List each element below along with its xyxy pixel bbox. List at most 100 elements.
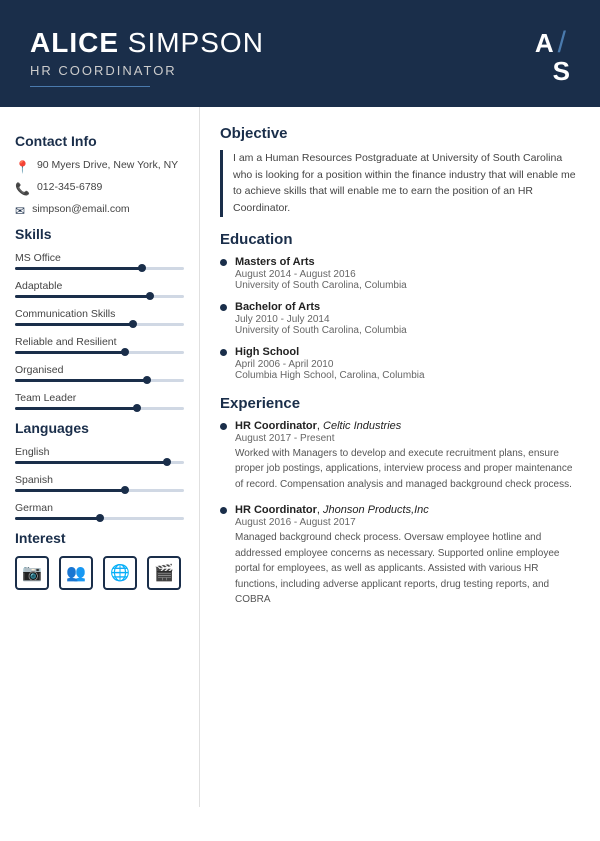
skills-list: MS Office Adaptable Communication Skills… [15,252,184,410]
skill-dot [146,292,154,300]
experience-title-row: HR Coordinator, Jhonson Products,Inc [235,504,580,516]
experience-company: Jhonson Products,Inc [323,504,429,516]
phone-icon: 📞 [15,182,30,196]
experience-description: Worked with Managers to develop and exec… [235,446,580,493]
header-divider [30,86,150,87]
sidebar: Contact Info 📍 90 Myers Drive, New York,… [0,107,200,807]
skill-item: Organised [15,364,184,382]
language-item: English [15,446,184,464]
skill-item: Communication Skills [15,308,184,326]
language-dot [163,458,171,466]
language-bar-fill [15,517,100,520]
skill-label: Team Leader [15,392,184,404]
experience-item: HR Coordinator, Jhonson Products,Inc Aug… [220,504,580,608]
skill-dot [121,348,129,356]
language-item: German [15,502,184,520]
skill-bar-bg [15,351,184,354]
header-monogram: A/ S [535,28,570,84]
experience-content: HR Coordinator, Jhonson Products,Inc Aug… [235,504,580,608]
monogram-first: A [535,28,554,58]
first-name: ALICE [30,27,119,58]
language-item: Spanish [15,474,184,492]
skill-dot [143,376,151,384]
skill-label: Organised [15,364,184,376]
address-text: 90 Myers Drive, New York, NY [37,159,178,171]
objective-text: I am a Human Resources Postgraduate at U… [220,150,580,217]
skill-bar-fill [15,295,150,298]
email-icon: ✉ [15,204,25,218]
education-content: High School April 2006 - April 2010 Colu… [235,346,425,381]
experience-content: HR Coordinator, Celtic Industries August… [235,420,580,493]
skill-bar-fill [15,351,125,354]
phone-text: 012-345-6789 [37,181,102,193]
skill-bar-bg [15,407,184,410]
skill-bar-fill [15,323,133,326]
skill-item: Reliable and Resilient [15,336,184,354]
bullet-icon [220,304,227,311]
education-list: Masters of Arts August 2014 - August 201… [220,256,580,381]
education-degree: Masters of Arts [235,256,407,268]
skill-item: Adaptable [15,280,184,298]
skill-bar-bg [15,295,184,298]
experience-title-row: HR Coordinator, Celtic Industries [235,420,580,432]
education-item: Bachelor of Arts July 2010 - July 2014 U… [220,301,580,336]
experience-date: August 2016 - August 2017 [235,517,580,528]
monogram-second: S [553,56,570,86]
skill-dot [138,264,146,272]
main-content: Objective I am a Human Resources Postgra… [200,107,600,807]
language-dot [121,486,129,494]
education-section-title: Education [220,231,580,248]
skill-bar-bg [15,323,184,326]
languages-list: English Spanish German [15,446,184,520]
language-bar-bg [15,489,184,492]
skill-bar-fill [15,379,147,382]
education-institution: University of South Carolina, Columbia [235,280,407,291]
skill-item: MS Office [15,252,184,270]
contact-address: 📍 90 Myers Drive, New York, NY [15,159,184,174]
resume-body: Contact Info 📍 90 Myers Drive, New York,… [0,107,600,807]
skills-section-title: Skills [15,226,184,242]
experience-list: HR Coordinator, Celtic Industries August… [220,420,580,608]
skill-item: Team Leader [15,392,184,410]
language-dot [96,514,104,522]
location-icon: 📍 [15,160,30,174]
languages-section-title: Languages [15,420,184,436]
last-name: SIMPSON [128,27,264,58]
experience-role: HR Coordinator [235,420,317,432]
education-degree: Bachelor of Arts [235,301,407,313]
contact-section-title: Contact Info [15,133,184,149]
education-institution: Columbia High School, Carolina, Columbia [235,370,425,381]
experience-description: Managed background check process. Oversa… [235,530,580,608]
skill-label: Communication Skills [15,308,184,320]
skill-bar-bg [15,379,184,382]
education-content: Masters of Arts August 2014 - August 201… [235,256,407,291]
language-label: Spanish [15,474,184,486]
skill-label: Adaptable [15,280,184,292]
experience-company: Celtic Industries [323,420,401,432]
education-item: High School April 2006 - April 2010 Colu… [220,346,580,381]
interests-list: 📷👥🌐🎬 [15,556,184,590]
language-label: English [15,446,184,458]
bullet-icon [220,423,227,430]
education-date: July 2010 - July 2014 [235,314,407,325]
bullet-icon [220,259,227,266]
bullet-icon [220,349,227,356]
email-text: simpson@email.com [32,203,130,215]
skill-label: MS Office [15,252,184,264]
education-degree: High School [235,346,425,358]
language-bar-fill [15,489,125,492]
slash: / [558,26,566,59]
language-bar-fill [15,461,167,464]
skill-bar-bg [15,267,184,270]
education-content: Bachelor of Arts July 2010 - July 2014 U… [235,301,407,336]
skill-dot [129,320,137,328]
experience-section-title: Experience [220,395,580,412]
interest-icon: 🌐 [103,556,137,590]
interest-icon: 👥 [59,556,93,590]
education-date: August 2014 - August 2016 [235,269,407,280]
education-item: Masters of Arts August 2014 - August 201… [220,256,580,291]
education-date: April 2006 - April 2010 [235,359,425,370]
experience-role: HR Coordinator [235,504,317,516]
header-left: ALICE SIMPSON HR COORDINATOR [30,28,264,87]
interest-icon: 📷 [15,556,49,590]
